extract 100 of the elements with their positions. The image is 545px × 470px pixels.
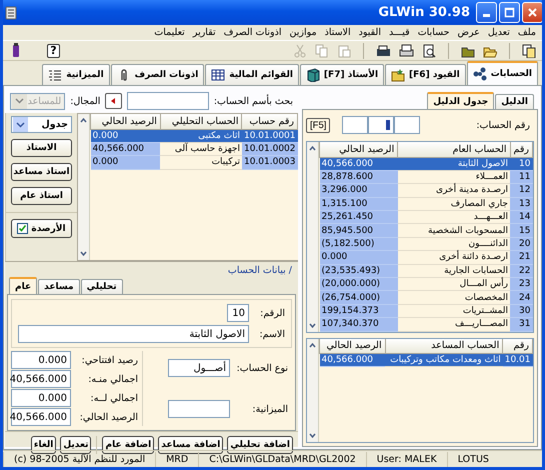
input-field[interactable]: [368, 116, 394, 134]
column-header[interactable]: رقم حساب: [242, 114, 298, 129]
view-dropdown[interactable]: جدول: [11, 116, 72, 133]
help-button[interactable]: ?: [47, 44, 60, 58]
maximize-button[interactable]: [499, 2, 520, 23]
tab[interactable]: الميزانية: [42, 64, 110, 85]
fax-icon: [376, 44, 391, 58]
menu-item[interactable]: موازين: [289, 27, 317, 38]
action-button[interactable]: اضافة مساعد: [158, 436, 224, 454]
cut-icon: [293, 44, 307, 58]
field-label: الرقم:: [259, 308, 285, 318]
table-cell: 3,296.000: [320, 184, 398, 198]
input-field[interactable]: 10: [227, 304, 249, 322]
column-header[interactable]: رقم: [510, 142, 532, 157]
table-cell: 40,566.000: [90, 142, 160, 156]
input-field[interactable]: [168, 400, 230, 418]
table-cell: (20,000.000): [320, 278, 398, 291]
table-cell: 0.000: [320, 250, 398, 264]
table-cell: (26,754.000): [320, 290, 398, 304]
menu-item[interactable]: الاستاذ: [324, 27, 351, 38]
table-cell: 13: [510, 197, 532, 211]
field-label: الاسم:: [258, 328, 285, 340]
column-header[interactable]: الرصيد الحالي: [320, 142, 398, 157]
printer-icon: [399, 44, 414, 58]
tab[interactable]: جدول الدليل: [427, 92, 494, 109]
tab[interactable]: عام: [9, 277, 38, 294]
action-button[interactable]: اضافة تحليلي: [227, 436, 293, 454]
tab[interactable]: الدليل: [495, 94, 534, 109]
tab[interactable]: القيود [F6]: [385, 64, 466, 85]
menu-item[interactable]: ملف: [518, 27, 536, 38]
table-cell: اثاث ومعدات مكاتب وتركيبات: [385, 354, 503, 367]
table-cell: 22: [510, 264, 532, 278]
table-cell: 199,154.373: [320, 304, 398, 318]
column-header[interactable]: الرصيد الحالي: [320, 338, 386, 354]
toolbar-button[interactable]: [520, 42, 538, 60]
status-text: LOTUS: [446, 452, 499, 466]
scrollbar[interactable]: [307, 142, 319, 332]
tab[interactable]: اذونات الصرف: [110, 64, 204, 85]
field-label: رصيد افتتاحي:: [80, 354, 138, 366]
preview-icon: [422, 44, 436, 58]
column-header[interactable]: الحساب المساعد: [385, 338, 503, 354]
scrollbar[interactable]: [78, 114, 90, 260]
search-field[interactable]: [126, 92, 209, 110]
action-button[interactable]: اضافة عام: [102, 436, 154, 454]
table-cell: (5,182.500): [320, 237, 398, 251]
table-cell: 11: [510, 170, 532, 184]
nodes-icon: [472, 67, 487, 81]
table-cell: 85,945.500: [320, 224, 398, 238]
tab[interactable]: مساعد: [38, 279, 80, 294]
left-arrow-icon: [109, 97, 118, 105]
table-cell: 0.000: [90, 156, 160, 170]
menu-item[interactable]: عرض: [457, 27, 480, 38]
input-field[interactable]: 40,566.000: [11, 408, 71, 426]
minimize-button[interactable]: [476, 2, 497, 23]
input-field[interactable]: أصـــول: [168, 359, 230, 377]
ledger-button[interactable]: استاذ مساعد: [11, 163, 72, 181]
menu-item[interactable]: قيـــد: [388, 27, 410, 38]
maximize-icon: [504, 7, 515, 18]
status-text: MRD: [155, 452, 198, 466]
input-field[interactable]: الاصول الثابتة: [18, 325, 249, 343]
table-cell: 40,566.000: [320, 354, 386, 367]
input-field[interactable]: 0.000: [11, 389, 71, 407]
lookup-button[interactable]: [F5]: [306, 118, 330, 132]
input-field[interactable]: [394, 116, 420, 134]
tab[interactable]: القوائم المالية: [205, 64, 299, 85]
table-cell: الاصول الثابتة: [398, 157, 510, 170]
menu-item[interactable]: اذونات الصرف: [224, 27, 282, 38]
input-field[interactable]: [342, 116, 368, 134]
action-button[interactable]: الغاء: [30, 436, 56, 454]
ledger-button[interactable]: استاذ عام: [11, 187, 72, 205]
scrollbar[interactable]: [307, 338, 319, 442]
table-cell: 10.01.0003: [242, 156, 298, 170]
menu-item[interactable]: تقارير: [192, 27, 216, 38]
list-icon: [48, 68, 62, 82]
input-field[interactable]: 0.000: [11, 351, 71, 369]
table-cell: 10.01.0002: [242, 142, 298, 156]
balances-toggle[interactable]: الأرصدة: [11, 219, 72, 238]
table-cell: 23: [510, 278, 532, 291]
arrow-button[interactable]: [105, 93, 122, 109]
column-header[interactable]: الرصيد الحالي: [90, 114, 160, 129]
menu-item[interactable]: القيود: [358, 27, 381, 38]
tab[interactable]: الأستاذ [F7]: [300, 64, 384, 85]
menu-item[interactable]: تعديل: [488, 27, 510, 38]
menu-item[interactable]: حسابات: [418, 27, 450, 38]
ledger-button[interactable]: الاستاذ: [11, 139, 72, 157]
close-button[interactable]: [522, 2, 542, 23]
field-label: بحث بأسم الحساب:: [214, 96, 293, 106]
input-field[interactable]: 40,566.000: [11, 370, 71, 388]
column-header[interactable]: رقم: [502, 338, 532, 354]
checkbox[interactable]: [17, 223, 28, 234]
paste-icon: [337, 44, 351, 58]
field-label: اجمالي منـه:: [87, 374, 138, 384]
column-header[interactable]: الحساب التحليلي: [160, 114, 242, 129]
menu-item[interactable]: تعليمات: [154, 27, 185, 38]
column-header[interactable]: الحساب العام: [398, 142, 510, 157]
toolbar-button[interactable]: [397, 42, 416, 60]
tab[interactable]: الحسابات: [466, 61, 538, 85]
close-icon: [527, 7, 538, 18]
tab[interactable]: تحليلي: [80, 279, 123, 294]
action-button[interactable]: تعديل: [60, 436, 92, 454]
